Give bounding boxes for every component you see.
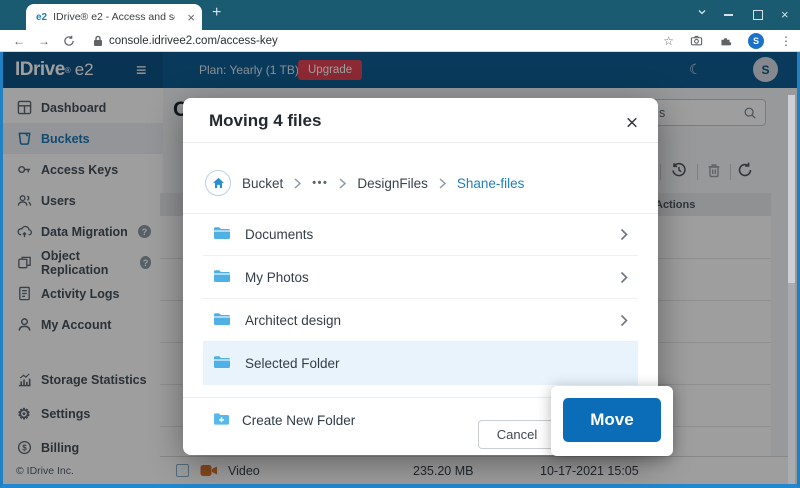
- folder-row-my-photos[interactable]: My Photos: [203, 256, 638, 299]
- tab-close-icon[interactable]: ×: [187, 11, 195, 24]
- breadcrumb-item-current[interactable]: Shane-files: [457, 176, 525, 191]
- chevron-right-icon: [620, 228, 628, 241]
- browser-tab[interactable]: e2 IDrive® e2 - Access and secret ke ×: [26, 4, 202, 30]
- chevron-right-icon: [339, 178, 346, 189]
- forward-icon[interactable]: →: [38, 34, 50, 48]
- scrollbar-thumb[interactable]: [788, 95, 795, 283]
- breadcrumb-item-bucket[interactable]: Bucket: [242, 176, 283, 191]
- folder-icon: [213, 355, 231, 372]
- breadcrumb-item-designfiles[interactable]: DesignFiles: [357, 176, 428, 191]
- folder-name: Documents: [245, 227, 313, 242]
- browser-menu-icon[interactable]: ⋮: [780, 34, 792, 48]
- browser-avatar[interactable]: S: [748, 33, 764, 49]
- camera-extension-icon[interactable]: [690, 35, 703, 46]
- chevron-right-icon: [294, 178, 301, 189]
- chevron-right-icon: [620, 314, 628, 327]
- move-button[interactable]: Move: [563, 398, 661, 442]
- tab-favicon: e2: [36, 12, 47, 23]
- new-tab-button[interactable]: +: [212, 4, 221, 22]
- tab-title: IDrive® e2 - Access and secret ke: [53, 11, 175, 23]
- bookmark-star-icon[interactable]: ☆: [663, 34, 674, 48]
- folder-icon: [213, 269, 231, 286]
- cancel-button[interactable]: Cancel: [478, 420, 556, 449]
- browser-titlebar: e2 IDrive® e2 - Access and secret ke × +…: [0, 0, 800, 30]
- browser-addressbar: ← → console.idrivee2.com/access-key ☆ S …: [0, 30, 800, 52]
- folder-name: My Photos: [245, 270, 309, 285]
- folder-plus-icon: [213, 412, 230, 429]
- move-button-spotlight: Move: [551, 386, 673, 456]
- reload-icon[interactable]: [63, 35, 75, 47]
- chevron-right-icon: [620, 271, 628, 284]
- window-menu-icon[interactable]: [697, 7, 707, 19]
- folder-name: Architect design: [245, 313, 341, 328]
- screen: e2 IDrive® e2 - Access and secret ke × +…: [0, 0, 800, 488]
- folder-name: Selected Folder: [245, 356, 340, 371]
- create-new-folder-label: Create New Folder: [242, 413, 355, 428]
- dialog-close-icon[interactable]: [620, 110, 644, 134]
- window-close-icon[interactable]: ×: [781, 8, 789, 21]
- folder-icon: [213, 226, 231, 243]
- breadcrumb: Bucket ••• DesignFiles Shane-files: [205, 170, 524, 196]
- folder-row-architect-design[interactable]: Architect design: [203, 299, 638, 342]
- breadcrumb-ellipsis[interactable]: •••: [312, 177, 328, 189]
- window-maximize-icon[interactable]: [753, 10, 763, 20]
- url-text[interactable]: console.idrivee2.com/access-key: [109, 35, 278, 47]
- folder-icon: [213, 312, 231, 329]
- breadcrumb-home-icon[interactable]: [205, 170, 231, 196]
- dialog-title: Moving 4 files: [209, 111, 321, 131]
- window-minimize-icon[interactable]: [724, 14, 733, 16]
- create-new-folder-button[interactable]: Create New Folder: [213, 412, 355, 429]
- back-icon[interactable]: ←: [13, 34, 25, 48]
- folder-row-selected-folder[interactable]: Selected Folder: [203, 342, 638, 385]
- dialog-divider: [183, 142, 658, 143]
- extensions-puzzle-icon[interactable]: [719, 34, 732, 47]
- folder-row-documents[interactable]: Documents: [203, 213, 638, 256]
- chevron-right-icon: [439, 178, 446, 189]
- lock-icon: [93, 35, 103, 47]
